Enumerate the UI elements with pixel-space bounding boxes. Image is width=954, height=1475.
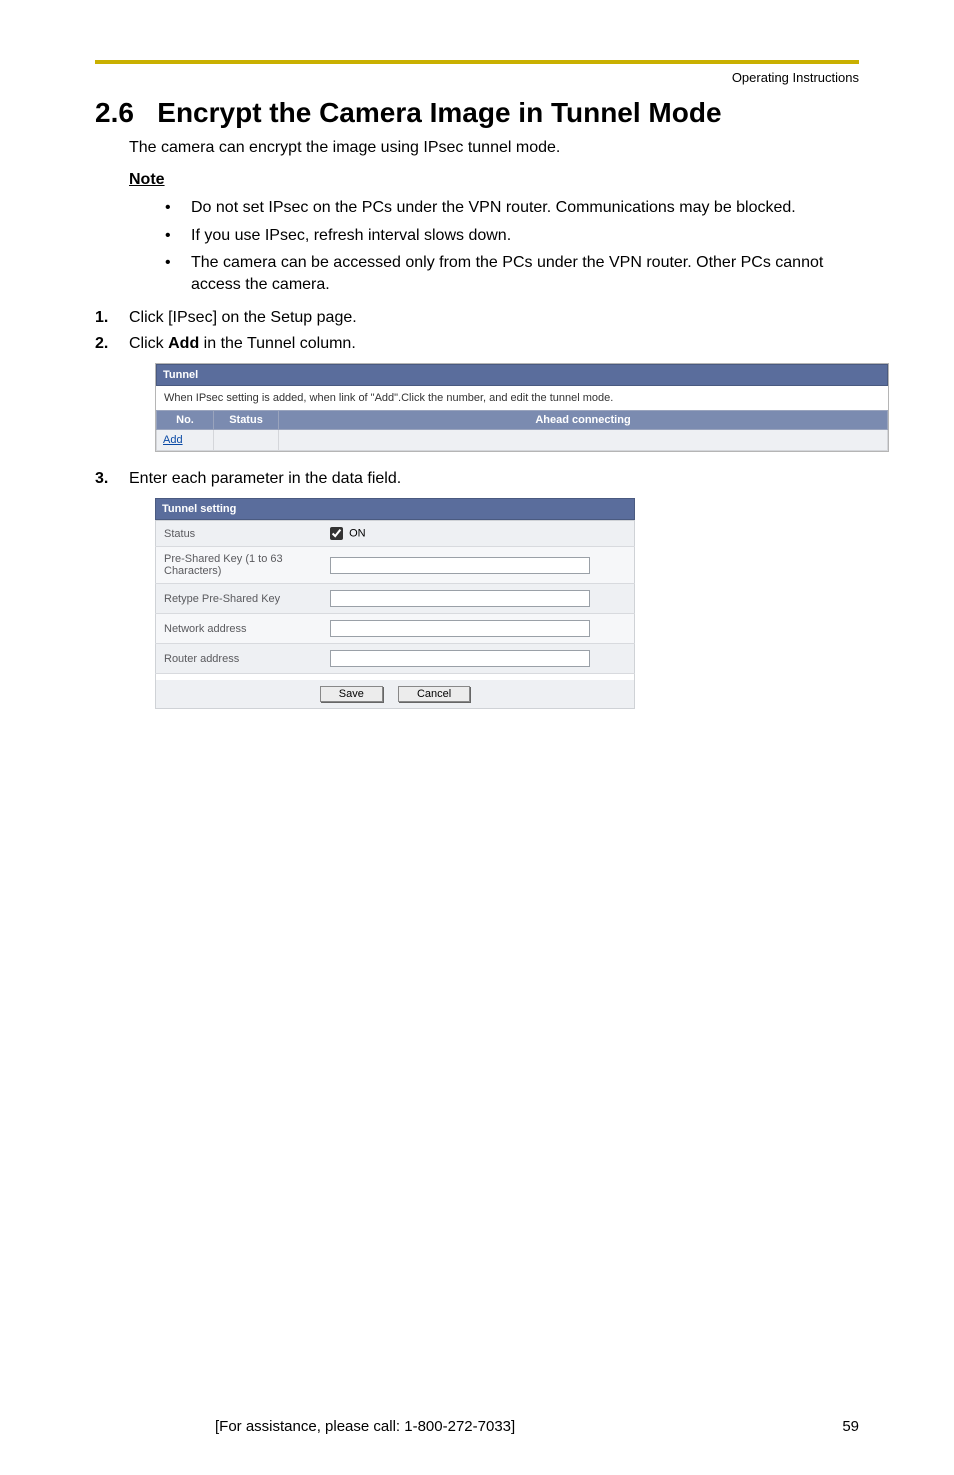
network-input-cell — [322, 614, 635, 644]
step-2-pre: Click — [129, 335, 168, 352]
step-2-bold: Add — [168, 335, 199, 352]
section-title-text: Encrypt the Camera Image in Tunnel Mode — [157, 97, 721, 128]
step-number: 2. — [95, 335, 129, 353]
col-header-status: Status — [214, 411, 279, 430]
setting-row-status: Status ON — [156, 521, 635, 547]
retype-label: Retype Pre-Shared Key — [156, 584, 323, 614]
step-2-post: in the Tunnel column. — [199, 335, 356, 352]
table-cell-empty — [214, 430, 279, 451]
psk-input-cell — [322, 547, 635, 584]
setting-row-psk: Pre-Shared Key (1 to 63 Characters) — [156, 547, 635, 584]
table-header-row: No. Status Ahead connecting — [157, 411, 888, 430]
tunnel-setting-title: Tunnel setting — [155, 498, 635, 520]
psk-input[interactable] — [330, 557, 590, 574]
note-item: If you use IPsec, refresh interval slows… — [165, 225, 849, 247]
status-label: Status — [156, 521, 323, 547]
step-2: 2. Click Add in the Tunnel column. — [95, 335, 859, 353]
cancel-button[interactable]: Cancel — [398, 686, 470, 702]
col-header-ahead: Ahead connecting — [279, 411, 888, 430]
footer-assist: [For assistance, please call: 1-800-272-… — [215, 1418, 515, 1435]
step-text: Click Add in the Tunnel column. — [129, 335, 859, 353]
table-row: Add — [157, 430, 888, 451]
table-cell-empty — [279, 430, 888, 451]
section-heading: 2.6 Encrypt the Camera Image in Tunnel M… — [95, 97, 859, 129]
note-item: Do not set IPsec on the PCs under the VP… — [165, 197, 849, 219]
running-header: Operating Instructions — [95, 70, 859, 85]
note-list: Do not set IPsec on the PCs under the VP… — [165, 197, 849, 295]
setting-row-retype: Retype Pre-Shared Key — [156, 584, 635, 614]
setting-row-network: Network address — [156, 614, 635, 644]
footer-page-number: 59 — [842, 1418, 859, 1435]
retype-psk-input[interactable] — [330, 590, 590, 607]
network-address-input[interactable] — [330, 620, 590, 637]
status-value-cell: ON — [322, 521, 635, 547]
tunnel-table: No. Status Ahead connecting Add — [156, 410, 888, 451]
psk-label: Pre-Shared Key (1 to 63 Characters) — [156, 547, 323, 584]
section-intro: The camera can encrypt the image using I… — [129, 139, 859, 157]
header-accent-bar — [95, 60, 859, 64]
add-link[interactable]: Add — [157, 430, 214, 451]
tunnel-setting-panel: Tunnel setting Status ON Pre-Shared Key … — [155, 498, 635, 709]
step-text: Enter each parameter in the data field. — [129, 470, 859, 488]
step-3: 3. Enter each parameter in the data fiel… — [95, 470, 859, 488]
router-address-input[interactable] — [330, 650, 590, 667]
col-header-no: No. — [157, 411, 214, 430]
step-number: 3. — [95, 470, 129, 488]
setting-row-router: Router address — [156, 644, 635, 674]
note-item: The camera can be accessed only from the… — [165, 252, 849, 295]
retype-input-cell — [322, 584, 635, 614]
network-label: Network address — [156, 614, 323, 644]
status-on-text: ON — [349, 528, 366, 540]
tunnel-list-panel: Tunnel When IPsec setting is added, when… — [155, 363, 889, 452]
tunnel-setting-table: Status ON Pre-Shared Key (1 to 63 Charac… — [155, 520, 635, 674]
page-footer: [For assistance, please call: 1-800-272-… — [95, 1418, 859, 1435]
setting-button-row: Save Cancel — [155, 680, 635, 709]
section-number: 2.6 — [95, 97, 134, 128]
tunnel-panel-title: Tunnel — [156, 364, 888, 386]
save-button[interactable]: Save — [320, 686, 383, 702]
step-number: 1. — [95, 309, 129, 327]
router-input-cell — [322, 644, 635, 674]
note-heading: Note — [129, 171, 859, 189]
router-label: Router address — [156, 644, 323, 674]
step-1: 1. Click [IPsec] on the Setup page. — [95, 309, 859, 327]
status-checkbox[interactable] — [330, 527, 343, 540]
tunnel-panel-caption: When IPsec setting is added, when link o… — [156, 386, 888, 410]
step-text: Click [IPsec] on the Setup page. — [129, 309, 859, 327]
